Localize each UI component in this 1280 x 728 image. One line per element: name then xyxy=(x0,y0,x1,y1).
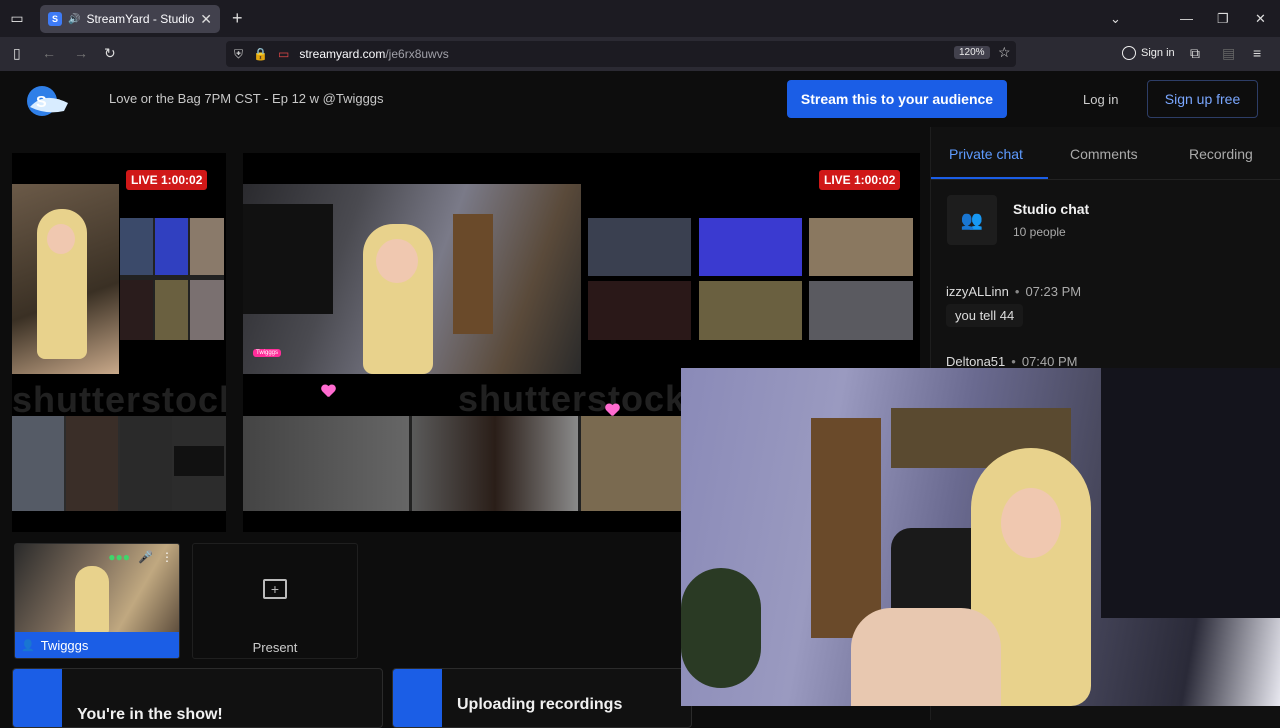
back-icon[interactable]: ← xyxy=(42,45,56,61)
microphone-icon[interactable]: 🎤 xyxy=(138,550,153,564)
tab-divider xyxy=(931,179,1280,180)
shield-icon[interactable]: ⛨ xyxy=(234,47,243,62)
chat-message-meta: izzyALLinn • 07:23 PM xyxy=(946,284,1082,299)
minimize-icon[interactable]: — xyxy=(1180,0,1193,37)
speaker-icon[interactable]: 🔊 xyxy=(68,14,80,25)
restore-icon[interactable]: ❐ xyxy=(1217,0,1229,37)
chat-time: 07:40 PM xyxy=(1021,354,1078,369)
uploading-text: Uploading recordings xyxy=(457,696,623,713)
live-badge-main: LIVE 1:00:02 xyxy=(819,170,901,190)
chat-message-text: you tell 44 xyxy=(946,304,1024,327)
url-path: /je6rx8uwvs xyxy=(385,47,449,61)
watermark-text-main: shutterstock xyxy=(458,378,687,419)
permissions-icon[interactable]: ▭ xyxy=(278,47,289,61)
in-show-card: You're in the show! xyxy=(12,668,383,728)
people-icon: 👥 xyxy=(947,195,997,245)
chat-user: Deltona51 xyxy=(946,354,1006,369)
in-show-text: You're in the show! xyxy=(77,706,223,723)
zoom-level[interactable]: 120% xyxy=(954,46,990,59)
tab-title: StreamYard - Studio xyxy=(86,12,195,26)
account-icon xyxy=(1122,46,1136,60)
participant-tile-self[interactable]: ●●● 🎤 ⋮ 👤 Twigggs xyxy=(14,543,180,659)
chat-title: Studio chat xyxy=(1013,201,1090,217)
host-main-video xyxy=(243,184,581,374)
browser-tab-bar: ▭ S 🔊 StreamYard - Studio ✕ + ⌄ — ❐ ✕ xyxy=(0,0,1280,37)
main-name-chip: Twigggs xyxy=(253,349,282,357)
tab-recording[interactable]: Recording xyxy=(1189,146,1253,162)
url-host: streamyard.com xyxy=(299,47,386,61)
participant-name-bar: 👤 Twigggs xyxy=(15,632,179,658)
stage-preview-left[interactable]: LIVE 1:00:02 shutterstock xyxy=(12,153,226,532)
extensions-icon[interactable]: ⧉ xyxy=(1190,45,1200,62)
participant-name: Twigggs xyxy=(40,637,89,653)
show-title: Love or the Bag 7PM CST - Ep 12 w @Twigg… xyxy=(109,91,384,106)
chat-user: izzyALLinn xyxy=(946,284,1009,299)
streamyard-logo-icon[interactable]: S xyxy=(24,81,70,117)
menu-icon[interactable]: ≡ xyxy=(1253,45,1261,61)
card-accent xyxy=(393,669,442,727)
person-icon: 👤 xyxy=(21,639,35,652)
card-accent xyxy=(13,669,62,727)
close-tab-icon[interactable]: ✕ xyxy=(200,11,212,28)
chat-count: 10 people xyxy=(1013,225,1066,239)
chat-message-meta: Deltona51 • 07:40 PM xyxy=(946,354,1078,369)
present-label: Present xyxy=(252,640,298,655)
chat-time: 07:23 PM xyxy=(1025,284,1082,299)
tab-comments[interactable]: Comments xyxy=(1070,146,1138,162)
picture-in-picture-video[interactable] xyxy=(681,368,1280,706)
stream-to-audience-button[interactable]: Stream this to your audience xyxy=(787,80,1007,118)
host-video xyxy=(12,184,119,374)
container-icon[interactable]: ▤ xyxy=(1222,45,1235,62)
streamyard-favicon-icon: S xyxy=(48,12,62,26)
uploading-card: Uploading recordings xyxy=(392,668,692,728)
watermark-text: shutterstock xyxy=(12,379,226,420)
svg-text:S: S xyxy=(36,94,47,111)
sign-up-button[interactable]: Sign up free xyxy=(1147,80,1258,118)
connection-dots-icon: ●●● xyxy=(108,550,131,564)
new-tab-icon[interactable]: + xyxy=(232,8,243,29)
lock-icon[interactable]: 🔒 xyxy=(253,47,268,61)
live-badge-left: LIVE 1:00:02 xyxy=(126,170,208,190)
heart-icon xyxy=(321,385,335,397)
guest-grid-main xyxy=(588,218,913,340)
present-screen-icon: + xyxy=(263,579,287,599)
studio-chat-header: 👥 Studio chat 10 people xyxy=(947,195,1280,251)
app-header: S Love or the Bag 7PM CST - Ep 12 w @Twi… xyxy=(0,71,1280,127)
sign-in-label: Sign in xyxy=(1141,47,1175,59)
present-button[interactable]: + Present xyxy=(192,543,358,659)
sidebar-toggle-icon[interactable]: ▯ xyxy=(13,45,21,62)
tab-private-chat[interactable]: Private chat xyxy=(949,146,1023,162)
tile-controls: ●●● 🎤 ⋮ xyxy=(108,550,173,564)
reload-icon[interactable]: ↻ xyxy=(104,45,116,62)
bottom-guests-left xyxy=(12,416,226,511)
tab-list-icon[interactable]: ▭ xyxy=(0,0,34,37)
browser-tab[interactable]: S 🔊 StreamYard - Studio ✕ xyxy=(40,5,220,33)
browser-nav-bar: ▯ ← → ↻ ⛨ 🔒 ▭ streamyard.com /je6rx8uwvs… xyxy=(0,37,1280,71)
browser-sign-in-button[interactable]: Sign in xyxy=(1122,46,1175,60)
close-window-icon[interactable]: ✕ xyxy=(1255,0,1266,37)
log-in-link[interactable]: Log in xyxy=(1083,92,1118,107)
bookmark-star-icon[interactable]: ☆ xyxy=(998,44,1011,61)
more-options-icon[interactable]: ⋮ xyxy=(161,550,173,564)
list-all-tabs-icon[interactable]: ⌄ xyxy=(1110,0,1121,37)
address-bar[interactable]: ⛨ 🔒 ▭ streamyard.com /je6rx8uwvs xyxy=(226,41,1016,67)
heart-icon xyxy=(605,404,619,416)
guest-grid xyxy=(120,218,224,340)
forward-icon[interactable]: → xyxy=(74,45,88,61)
